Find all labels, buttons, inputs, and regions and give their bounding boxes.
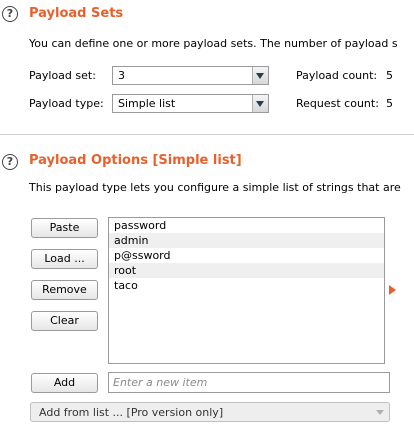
chevron-down-icon[interactable] [252,67,268,84]
add-button[interactable]: Add [31,373,98,393]
clear-button[interactable]: Clear [31,311,98,331]
help-icon[interactable]: ? [2,6,18,22]
payload-list[interactable]: password admin p@ssword root taco [108,217,385,364]
payload-type-value: Simple list [118,97,176,110]
payload-sets-title: Payload Sets [29,6,124,21]
list-item[interactable]: taco [109,278,384,293]
expand-arrow-icon[interactable] [389,285,396,295]
payload-options-title: Payload Options [Simple list] [29,153,242,168]
payload-count-value: 5 [386,69,393,82]
section-divider [0,134,414,135]
payload-options-description: This payload type lets you configure a s… [29,181,401,194]
help-icon[interactable]: ? [2,154,18,170]
list-item[interactable]: password [109,218,384,233]
list-item[interactable]: root [109,263,384,278]
payload-sets-description: You can define one or more payload sets.… [29,37,398,50]
load-button[interactable]: Load ... [31,249,98,269]
request-count-label: Request count: [296,97,379,110]
payload-set-select[interactable]: 3 [112,66,269,85]
payload-type-select[interactable]: Simple list [112,94,269,113]
new-item-input[interactable] [108,372,390,393]
payload-type-label: Payload type: [29,97,104,110]
list-item[interactable]: admin [109,233,384,248]
chevron-down-icon[interactable] [252,95,268,112]
add-from-list-select: Add from list ... [Pro version only] [30,402,390,422]
request-count-value: 5 [386,97,393,110]
paste-button[interactable]: Paste [31,218,98,238]
list-item[interactable]: p@ssword [109,248,384,263]
payload-count-label: Payload count: [296,69,378,82]
remove-button[interactable]: Remove [31,280,98,300]
payload-set-value: 3 [118,69,125,82]
payload-set-label: Payload set: [29,69,96,82]
add-from-list-value: Add from list ... [Pro version only] [39,406,224,419]
